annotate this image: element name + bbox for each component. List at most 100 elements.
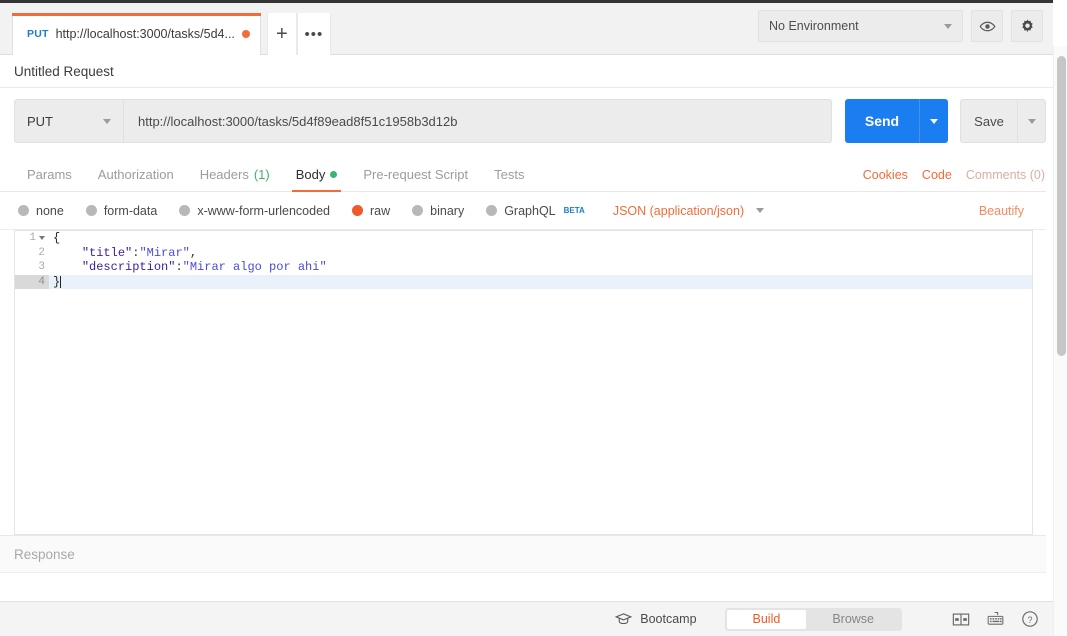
- body-type-binary[interactable]: binary: [412, 204, 464, 218]
- fold-arrow-icon[interactable]: [39, 236, 45, 241]
- request-tab[interactable]: PUT http://localhost:3000/tasks/5d4...: [12, 13, 261, 55]
- body-type-graphql[interactable]: GraphQL BETA: [486, 204, 585, 218]
- chevron-down-icon: [756, 208, 765, 213]
- url-input[interactable]: http://localhost:3000/tasks/5d4f89ead8f5…: [124, 99, 832, 143]
- body-type-selector: none form-data x-www-form-urlencoded raw…: [0, 192, 1046, 230]
- body-type-none[interactable]: none: [18, 204, 64, 218]
- line-number: 1: [15, 231, 49, 246]
- send-button[interactable]: Send: [845, 99, 919, 143]
- chevron-down-icon: [930, 118, 938, 124]
- tab-tests[interactable]: Tests: [481, 158, 537, 192]
- code-line: 3 "description":"Mirar algo por ahi": [15, 260, 1032, 275]
- mode-toggle-group: Build Browse: [724, 607, 902, 631]
- tab-params-label: Params: [27, 167, 72, 182]
- radio-icon: [18, 205, 29, 216]
- content-type-selector[interactable]: JSON (application/json): [612, 203, 765, 218]
- two-pane-layout-icon: [952, 613, 970, 625]
- request-tab-method: PUT: [27, 28, 49, 40]
- keyboard-shortcuts-button[interactable]: [986, 611, 1005, 627]
- response-body-empty: [0, 573, 1046, 601]
- body-type-raw[interactable]: raw: [352, 204, 390, 218]
- http-method-selector[interactable]: PUT: [14, 99, 124, 143]
- eye-icon: [979, 21, 995, 31]
- settings-button[interactable]: [1011, 10, 1043, 42]
- body-type-urlencoded-label: x-www-form-urlencoded: [197, 203, 330, 218]
- cookies-link[interactable]: Cookies: [863, 168, 908, 182]
- gear-icon: [1021, 18, 1033, 32]
- save-options-button[interactable]: [1017, 99, 1046, 143]
- tab-body[interactable]: Body: [283, 158, 351, 192]
- build-mode-button[interactable]: Build: [726, 609, 807, 629]
- graduation-cap-icon: [615, 613, 633, 625]
- code-token: {: [53, 231, 61, 246]
- code-line-text: "description":"Mirar algo por ahi": [49, 260, 327, 274]
- bootcamp-label: Bootcamp: [640, 612, 697, 626]
- radio-icon: [85, 205, 97, 216]
- code-line: 1 {: [15, 231, 1032, 246]
- layout-toggle-button[interactable]: [952, 612, 970, 627]
- tab-tests-label: Tests: [494, 167, 525, 182]
- tab-authorization-label: Authorization: [97, 167, 174, 182]
- send-options-button[interactable]: [919, 99, 948, 143]
- environment-controls: No Environment: [758, 10, 1043, 42]
- help-button[interactable]: ?: [1021, 610, 1039, 628]
- line-number-label: 2: [38, 246, 45, 259]
- top-bar: PUT http://localhost:3000/tasks/5d4... +…: [0, 0, 1053, 55]
- save-button-group: Save: [960, 99, 1046, 143]
- tab-headers[interactable]: Headers (1): [187, 158, 283, 192]
- comments-link[interactable]: Comments (0): [966, 168, 1045, 182]
- body-type-none-label: none: [36, 203, 64, 218]
- request-body-editor[interactable]: 1 { 2 "title":"Mirar", 3 "description":"…: [14, 230, 1033, 535]
- request-url-bar: PUT http://localhost:3000/tasks/5d4f89ea…: [14, 99, 1046, 143]
- content-type-label: JSON (application/json): [612, 203, 745, 218]
- tab-authorization[interactable]: Authorization: [85, 158, 187, 192]
- body-type-form-data[interactable]: form-data: [85, 204, 157, 218]
- tab-options-button[interactable]: •••: [296, 13, 331, 55]
- status-bar: Bootcamp Build Browse ?: [0, 601, 1053, 636]
- code-token-string: "Mirar": [139, 245, 190, 260]
- http-method-label: PUT: [27, 113, 53, 129]
- code-line-active: 4 }: [15, 274, 1032, 289]
- body-type-urlencoded[interactable]: x-www-form-urlencoded: [179, 204, 330, 218]
- code-line-text: }: [49, 275, 62, 289]
- tab-pre-request-script[interactable]: Pre-request Script: [350, 158, 481, 192]
- request-title[interactable]: Untitled Request: [0, 55, 1053, 88]
- environment-quick-look-button[interactable]: [971, 10, 1003, 42]
- radio-icon: [412, 205, 424, 216]
- tab-headers-count: (1): [253, 167, 270, 182]
- code-token: ,: [189, 245, 198, 260]
- chevron-down-icon: [944, 23, 952, 29]
- beautify-button[interactable]: Beautify: [979, 204, 1024, 218]
- response-section-header: Response: [0, 535, 1046, 573]
- request-tab-url: http://localhost:3000/tasks/5d4...: [55, 27, 235, 41]
- body-present-dot-icon: [330, 171, 338, 178]
- radio-selected-icon: [352, 205, 363, 216]
- save-button[interactable]: Save: [960, 99, 1017, 143]
- code-link[interactable]: Code: [922, 168, 952, 182]
- environment-selector[interactable]: No Environment: [758, 10, 963, 42]
- postman-window: PUT http://localhost:3000/tasks/5d4... +…: [0, 0, 1067, 636]
- help-circle-icon: ?: [1022, 611, 1038, 627]
- vertical-scrollbar[interactable]: [1053, 46, 1067, 636]
- tab-body-label: Body: [295, 167, 326, 182]
- tab-params[interactable]: Params: [14, 158, 85, 192]
- text-cursor: [60, 275, 62, 288]
- chevron-down-icon: [103, 118, 111, 124]
- bootcamp-button[interactable]: Bootcamp: [615, 612, 697, 626]
- code-token: :: [175, 260, 183, 275]
- response-placeholder: Response: [14, 546, 75, 562]
- code-line: 2 "title":"Mirar",: [15, 246, 1032, 261]
- line-number-label: 1: [29, 232, 36, 245]
- line-number: 4: [15, 274, 49, 289]
- keyboard-icon: [987, 612, 1004, 625]
- radio-icon: [179, 205, 191, 216]
- browse-mode-button[interactable]: Browse: [806, 610, 900, 629]
- new-tab-button[interactable]: +: [266, 13, 297, 55]
- vertical-scrollbar-thumb[interactable]: [1057, 56, 1066, 356]
- line-number: 3: [15, 260, 49, 275]
- code-token-key: "description": [81, 260, 176, 275]
- body-type-raw-label: raw: [370, 203, 391, 218]
- line-number: 2: [15, 246, 49, 261]
- send-button-group: Send: [845, 99, 948, 143]
- url-input-value: http://localhost:3000/tasks/5d4f89ead8f5…: [138, 113, 458, 129]
